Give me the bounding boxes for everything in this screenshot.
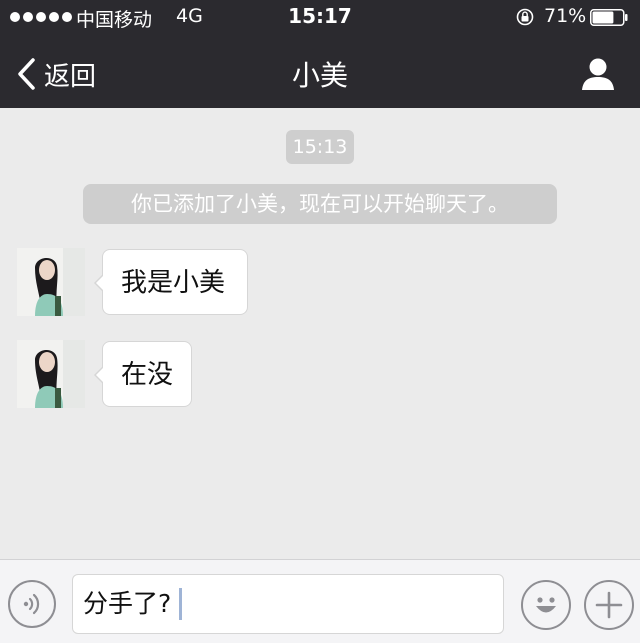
system-message: 你已添加了小美，现在可以开始聊天了。	[83, 184, 557, 224]
plus-icon	[595, 591, 623, 619]
voice-button[interactable]	[8, 580, 56, 628]
status-bar: 中国移动 4G 15:17 71%	[0, 0, 640, 36]
message-bubble[interactable]: 在没	[94, 341, 192, 407]
avatar[interactable]	[17, 340, 85, 408]
message-input-text: 分手了?	[83, 589, 172, 618]
nav-bar: 返回 小美	[0, 40, 640, 108]
battery-percent: 71%	[544, 5, 587, 27]
voice-icon	[23, 593, 40, 615]
profile-icon[interactable]	[578, 54, 618, 94]
rotation-lock-icon	[516, 8, 534, 26]
emoji-button[interactable]	[521, 580, 571, 630]
more-button[interactable]	[584, 580, 634, 630]
avatar[interactable]	[17, 248, 85, 316]
text-caret	[179, 588, 183, 620]
message-timestamp: 15:13	[286, 130, 354, 164]
contact-photo	[17, 248, 85, 316]
input-toolbar: 分手了?	[0, 559, 640, 643]
emoji-icon	[536, 597, 556, 613]
top-bar: 中国移动 4G 15:17 71% 返回 小美	[0, 0, 640, 108]
message-input[interactable]: 分手了?	[72, 574, 504, 634]
battery-icon	[590, 9, 628, 26]
chat-title: 小美	[291, 59, 348, 92]
message-bubble[interactable]: 我是小美	[94, 249, 248, 315]
contact-photo	[17, 340, 85, 408]
